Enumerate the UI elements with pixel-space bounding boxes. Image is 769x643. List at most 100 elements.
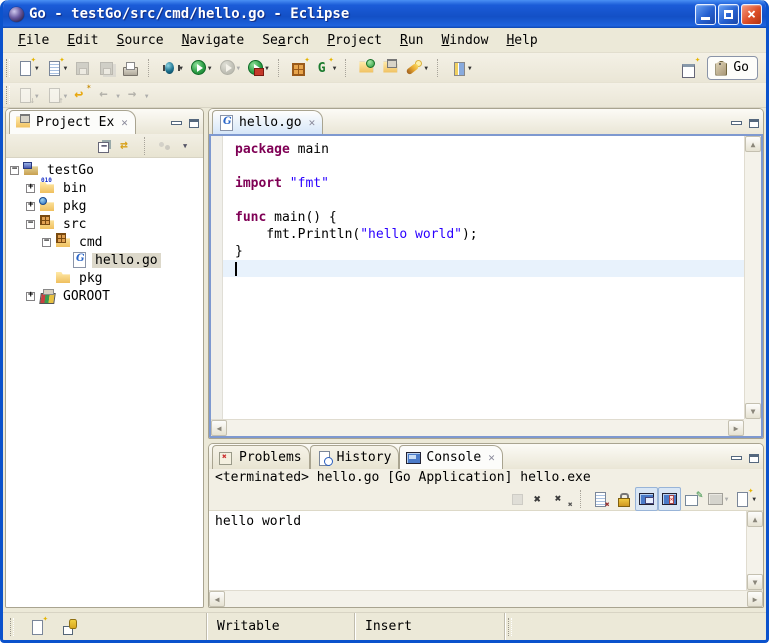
search-button[interactable] xyxy=(403,56,431,80)
tree-item-pkg[interactable]: pkg xyxy=(10,197,203,215)
external-tools-button[interactable] xyxy=(244,56,272,80)
console-horizontal-scrollbar[interactable] xyxy=(209,590,763,607)
tab-project-explorer[interactable]: Project Ex xyxy=(9,110,136,134)
code-line[interactable] xyxy=(223,158,744,175)
maximize-view-button[interactable] xyxy=(747,118,760,128)
scroll-left-button[interactable] xyxy=(209,591,225,607)
minimize-view-button[interactable] xyxy=(170,118,183,128)
minimize-view-button[interactable] xyxy=(730,453,743,463)
toolbar-drag-handle[interactable] xyxy=(6,86,10,104)
tree-item-cmd[interactable]: cmd xyxy=(10,233,203,251)
menu-project[interactable]: Project xyxy=(318,31,391,50)
toggle-mark-occurrences-dropdown-arrow[interactable] xyxy=(468,63,472,72)
link-with-editor-button[interactable] xyxy=(116,134,139,158)
code-line[interactable]: fmt.Println("hello world"); xyxy=(223,226,744,243)
scroll-down-button[interactable] xyxy=(745,403,761,419)
tree-expander[interactable] xyxy=(42,238,51,247)
tree-expander[interactable] xyxy=(26,220,35,229)
tree-item-goroot[interactable]: GOROOT xyxy=(10,287,203,305)
last-edit-location-button[interactable] xyxy=(71,83,94,107)
view-menu-button[interactable] xyxy=(176,134,199,158)
code-line[interactable]: package main xyxy=(223,141,744,158)
new-go-project-button[interactable] xyxy=(43,56,71,80)
tree-expander[interactable] xyxy=(26,202,35,211)
editor-content[interactable]: package main import "fmt" func main() { fm… xyxy=(209,134,763,438)
menu-run[interactable]: Run xyxy=(391,31,432,50)
toolbar-drag-handle[interactable] xyxy=(6,59,10,77)
editor-vertical-scrollbar[interactable] xyxy=(744,136,761,419)
menu-search[interactable]: Search xyxy=(253,31,318,50)
clear-console-button[interactable] xyxy=(589,487,612,511)
code-line[interactable] xyxy=(223,192,744,209)
show-stderr-when-changed-button[interactable] xyxy=(658,487,681,511)
close-tab-icon[interactable] xyxy=(121,116,128,129)
open-project-button[interactable] xyxy=(379,56,402,80)
project-tree[interactable]: testGobinpkgsrccmdhello.gopkgGOROOT xyxy=(6,158,203,607)
tree-item-testgo[interactable]: testGo xyxy=(10,161,203,179)
maximize-button[interactable] xyxy=(718,4,739,25)
scroll-up-button[interactable] xyxy=(747,511,763,527)
tab-console[interactable]: Console xyxy=(399,445,502,469)
new-wizard-button[interactable] xyxy=(14,56,42,80)
scroll-right-button[interactable] xyxy=(747,591,763,607)
code-area[interactable]: package main import "fmt" func main() { fm… xyxy=(223,136,744,436)
scroll-up-button[interactable] xyxy=(745,136,761,152)
menu-navigate[interactable]: Navigate xyxy=(173,31,254,50)
show-stdout-when-changed-button[interactable] xyxy=(635,487,658,511)
maximize-view-button[interactable] xyxy=(747,453,760,463)
tab-hello-go[interactable]: hello.go xyxy=(212,110,323,134)
open-go-resource-button[interactable] xyxy=(355,56,378,80)
minimize-button[interactable] xyxy=(695,4,716,25)
menu-window[interactable]: Window xyxy=(432,31,497,50)
code-line[interactable] xyxy=(223,260,744,277)
code-line[interactable]: } xyxy=(223,243,744,260)
open-perspective-button[interactable] xyxy=(678,56,701,80)
tree-expander[interactable] xyxy=(26,184,35,193)
menu-source[interactable]: Source xyxy=(108,31,173,50)
tree-item-pkg[interactable]: pkg xyxy=(10,269,203,287)
close-tab-icon[interactable] xyxy=(488,451,495,464)
print-button[interactable] xyxy=(119,56,142,80)
tab-problems[interactable]: Problems xyxy=(212,445,310,469)
scroll-left-button[interactable] xyxy=(211,420,227,436)
tree-expander[interactable] xyxy=(26,292,35,301)
editor-horizontal-scrollbar[interactable] xyxy=(211,419,744,436)
remove-launch-button[interactable] xyxy=(529,487,552,511)
close-tab-icon[interactable] xyxy=(309,116,316,129)
collapse-all-button[interactable] xyxy=(93,134,116,158)
tree-item-src[interactable]: src xyxy=(10,215,203,233)
tree-item-bin[interactable]: bin xyxy=(10,179,203,197)
run-dropdown-arrow[interactable] xyxy=(208,63,212,72)
tab-history[interactable]: History xyxy=(310,445,400,469)
trim-drag-handle[interactable] xyxy=(508,618,512,636)
menu-help[interactable]: Help xyxy=(497,31,546,50)
go-perspective-button[interactable]: Go xyxy=(707,56,758,80)
scroll-lock-button[interactable] xyxy=(612,487,635,511)
remove-all-terminated-button[interactable] xyxy=(552,487,575,511)
pin-console-button[interactable] xyxy=(681,487,704,511)
new-go-file-button[interactable] xyxy=(312,56,340,80)
tree-expander[interactable] xyxy=(10,166,19,175)
maximize-view-button[interactable] xyxy=(187,118,200,128)
toggle-mark-occurrences-button[interactable] xyxy=(447,56,475,80)
minimize-view-button[interactable] xyxy=(730,118,743,128)
search-dropdown-arrow[interactable] xyxy=(424,63,428,72)
run-button[interactable] xyxy=(187,56,215,80)
menu-edit[interactable]: Edit xyxy=(58,31,107,50)
menu-file[interactable]: File xyxy=(9,31,58,50)
code-line[interactable]: import "fmt" xyxy=(223,175,744,192)
trim-sync-button[interactable] xyxy=(59,615,82,639)
trim-new-wizard-button[interactable] xyxy=(26,615,49,639)
scroll-right-button[interactable] xyxy=(728,420,744,436)
debug-button[interactable] xyxy=(158,56,186,80)
console-vertical-scrollbar[interactable] xyxy=(746,511,763,590)
open-console-button[interactable] xyxy=(731,487,759,511)
titlebar[interactable]: Go - testGo/src/cmd/hello.go - Eclipse × xyxy=(3,0,766,28)
new-go-package-button[interactable] xyxy=(288,56,311,80)
code-line[interactable]: func main() { xyxy=(223,209,744,226)
external-tools-dropdown-arrow[interactable] xyxy=(265,63,269,72)
console-output[interactable]: hello world xyxy=(209,511,746,590)
trim-drag-handle[interactable] xyxy=(10,618,14,636)
tree-item-hello-go[interactable]: hello.go xyxy=(10,251,203,269)
scroll-down-button[interactable] xyxy=(747,574,763,590)
